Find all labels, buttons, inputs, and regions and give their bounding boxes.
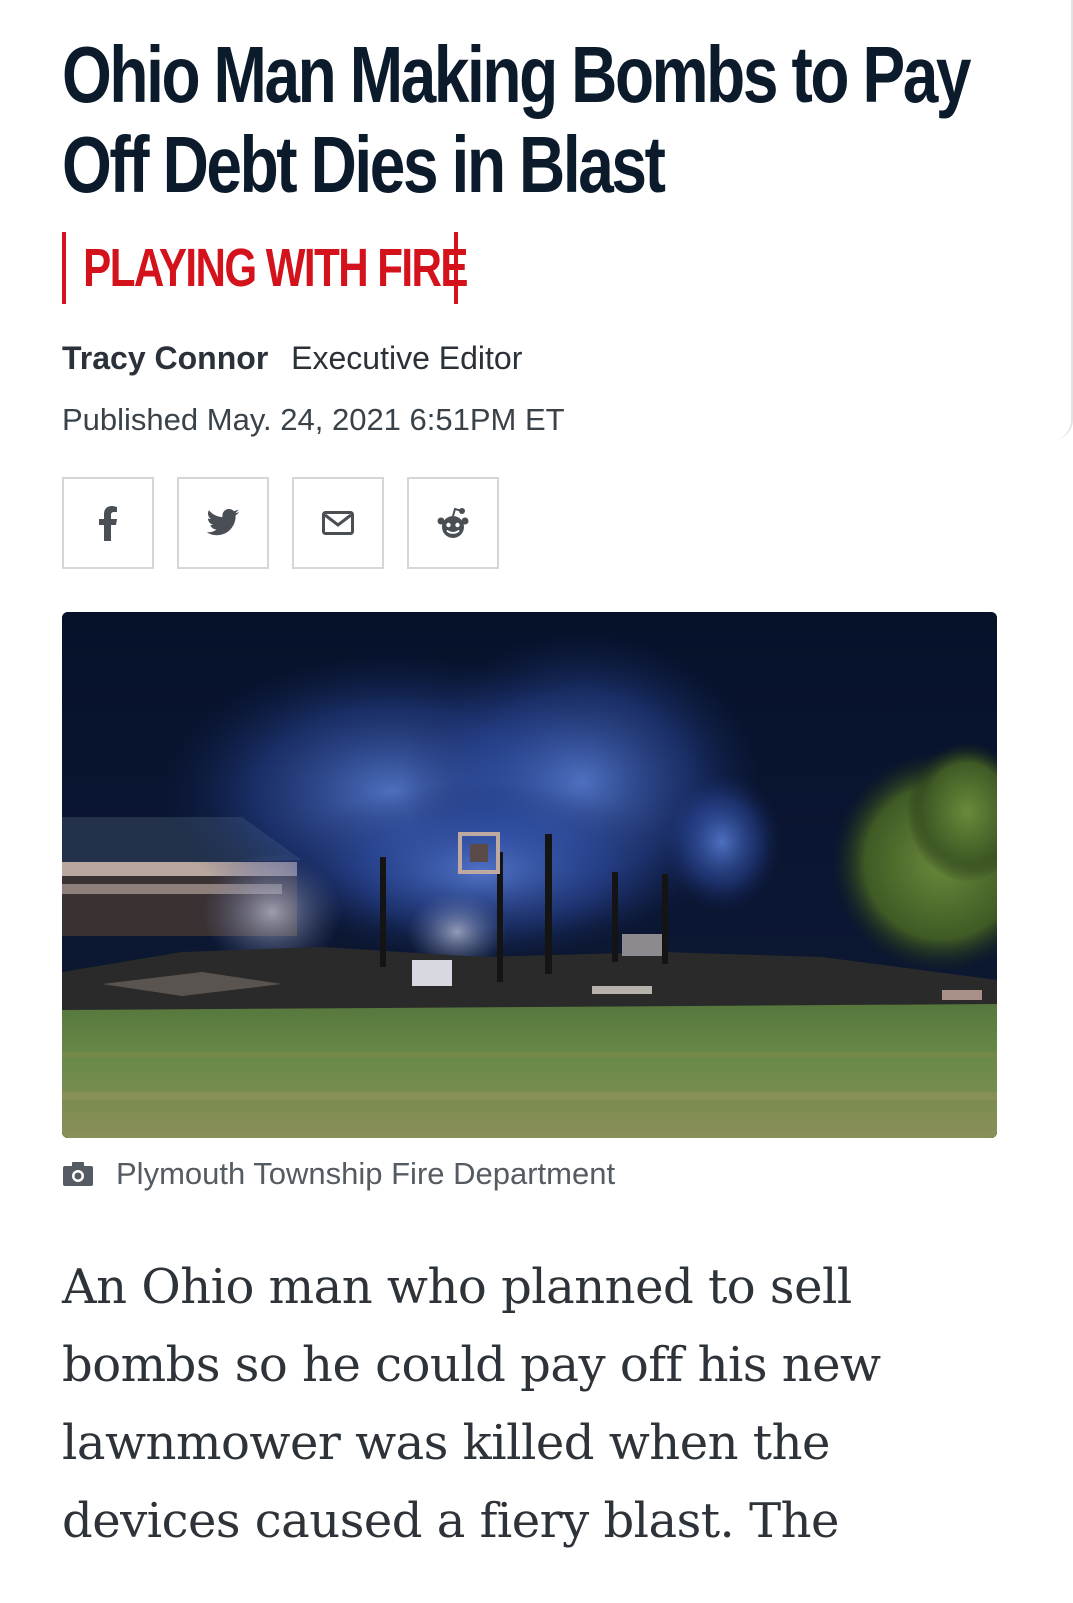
share-facebook-button[interactable] (62, 477, 154, 569)
camera-icon (62, 1161, 94, 1187)
mail-icon (322, 511, 354, 535)
author-name[interactable]: Tracy Connor (62, 340, 268, 376)
facebook-icon (99, 506, 117, 541)
article-lede: An Ohio man who planned to sell bombs so… (62, 1259, 881, 1549)
share-buttons (62, 477, 522, 569)
scrollbar-edge (1051, 0, 1073, 440)
photo-credit-text: Plymouth Township Fire Department (116, 1156, 616, 1191)
twitter-icon (206, 509, 239, 536)
kicker: PLAYING WITH FIRE (62, 232, 469, 304)
share-twitter-button[interactable] (177, 477, 269, 569)
fire-scene-image (62, 612, 997, 1138)
byline: Tracy Connor Executive Editor (62, 340, 522, 377)
reddit-icon (437, 507, 469, 538)
photo-credit: Plymouth Township Fire Department (62, 1156, 615, 1192)
published-date: Published May. 24, 2021 6:51PM ET (62, 402, 565, 437)
share-reddit-button[interactable] (407, 477, 499, 569)
article-headline: Ohio Man Making Bombs to Pay Off Debt Di… (62, 30, 972, 209)
share-email-button[interactable] (292, 477, 384, 569)
author-role: Executive Editor (291, 340, 523, 376)
article: Ohio Man Making Bombs to Pay Off Debt Di… (62, 0, 997, 1549)
kicker-label[interactable]: PLAYING WITH FIRE (66, 237, 468, 299)
article-photo[interactable] (62, 612, 997, 1138)
